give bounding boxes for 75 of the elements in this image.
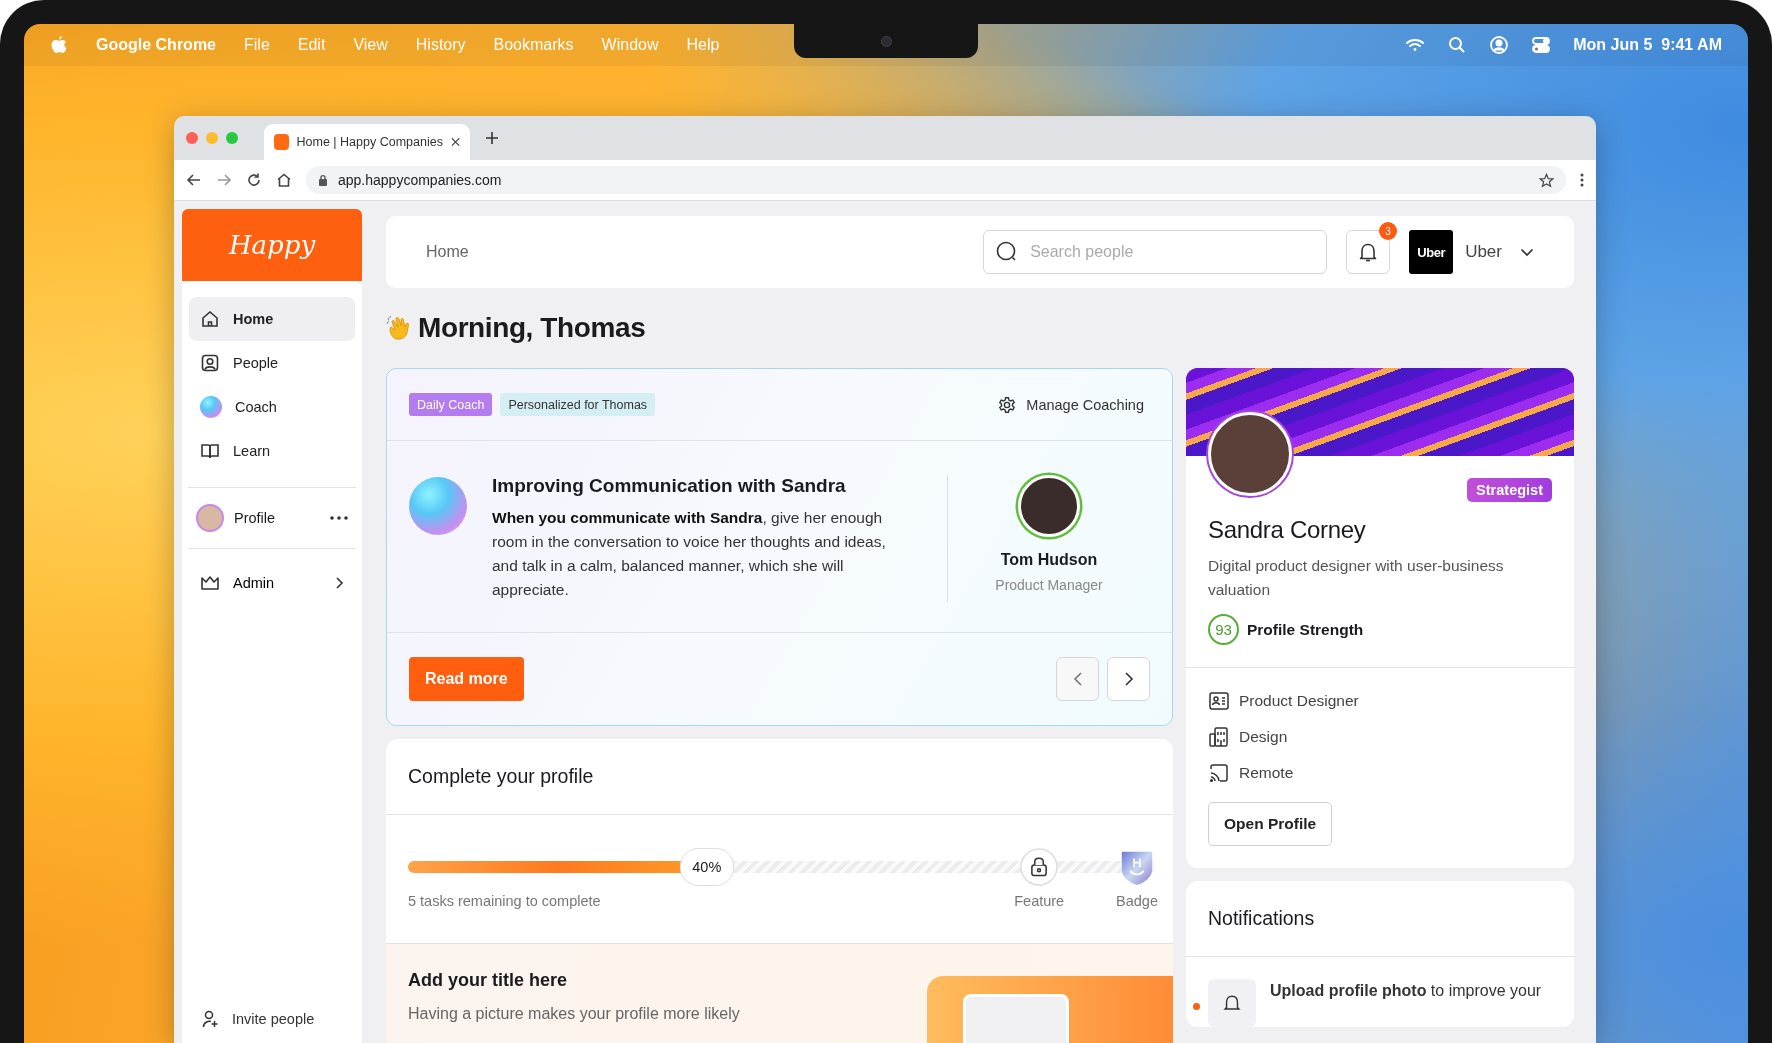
add-title-heading: Add your title here (408, 970, 569, 991)
nav-item[interactable]: People (189, 341, 355, 385)
chevron-down-icon (1520, 247, 1534, 257)
company-logo: Uber (1409, 230, 1454, 274)
home-icon (200, 309, 220, 329)
coach-title: Improving Communication with Sandra (492, 475, 847, 497)
clock: Mon Jun 5 9:41 AM (1573, 36, 1722, 54)
invite-people-button[interactable]: Invite people (182, 995, 362, 1043)
close-icon[interactable] (450, 137, 460, 147)
milestone-label: Badge (1116, 893, 1158, 909)
add-title-text: Having a picture makes your profile more likely (408, 1005, 741, 1023)
person-name: Tom Hudson (1000, 551, 1098, 569)
admin-menu-item[interactable]: Admin (182, 549, 362, 617)
tasks-remaining: 5 tasks remaining to complete (408, 893, 601, 911)
bookmark-star-icon[interactable] (1539, 172, 1554, 188)
favicon-icon (274, 134, 289, 150)
chevron-right-icon (334, 576, 344, 590)
orb-icon (409, 477, 467, 535)
nav-item[interactable]: Home (189, 297, 355, 341)
close-window-button[interactable] (186, 132, 198, 144)
bell-icon (1222, 993, 1242, 1013)
add-user-icon (200, 1009, 220, 1029)
profile-strength-score: 93 (1208, 614, 1239, 645)
settings-icon (997, 394, 1018, 415)
cast-icon (1208, 762, 1230, 784)
nav-item[interactable]: Coach (189, 385, 355, 429)
progress-percent: 40% (679, 848, 734, 886)
person-icon (200, 353, 220, 373)
building-icon (1208, 726, 1230, 748)
manage-coaching-button[interactable]: Manage Coaching (991, 393, 1150, 416)
orb-icon (200, 396, 222, 418)
profile-name: Sandra Corney (1208, 516, 1367, 544)
lock-icon (1020, 848, 1059, 886)
crown-icon (200, 573, 220, 593)
chevron-right-icon (1123, 671, 1134, 687)
search-field[interactable]: Search people (983, 230, 1328, 274)
toggles-icon[interactable] (1531, 35, 1552, 55)
camera-icon (880, 35, 892, 47)
apple-logo-icon[interactable] (50, 35, 68, 55)
card-title: Complete your profile (408, 765, 594, 788)
open-profile-button[interactable]: Open Profile (1208, 802, 1333, 846)
zoom-window-button[interactable] (226, 132, 238, 144)
menu-icon[interactable] (1580, 173, 1584, 187)
profile-detail: Design (1239, 728, 1288, 746)
forward-arrow-icon[interactable] (216, 172, 232, 188)
reload-icon[interactable] (246, 172, 262, 188)
card-title: Notifications (1208, 907, 1315, 930)
chevron-left-icon (1072, 671, 1083, 687)
breadcrumb[interactable]: Home (426, 243, 469, 261)
back-arrow-icon[interactable] (186, 172, 202, 188)
browser-tab[interactable]: Home | Happy Companies (264, 124, 470, 160)
id-card-icon (1208, 690, 1230, 712)
notification-text[interactable]: Upload profile photo to improve your (1270, 979, 1542, 1003)
new-tab-icon[interactable] (484, 130, 500, 146)
more-icon[interactable] (330, 516, 348, 520)
home-icon[interactable] (276, 172, 292, 188)
lock-icon (318, 174, 328, 186)
user-circle-icon[interactable] (1489, 35, 1510, 55)
profile-link[interactable]: Profile (234, 510, 276, 526)
book-icon (200, 441, 220, 461)
coach-tip: When you communicate with Sandra, give her enough room in the conversation to voice her thoughts and ideas, and talk in a calm, balanced manner, which she will appreciate. (492, 508, 887, 600)
address-bar[interactable]: app.happycompanies.com (306, 166, 1566, 194)
company-switcher[interactable]: Uber (1465, 242, 1534, 262)
nav-item[interactable]: Learn (189, 429, 355, 473)
greeting: Morning, Thomas (418, 312, 646, 344)
profile-strength-label: Profile Strength (1247, 620, 1364, 639)
role-tag: Strategist (1467, 478, 1552, 502)
profile-detail: Product Designer (1239, 692, 1359, 710)
tag: Personalized for Thomas (500, 393, 656, 416)
person-role: Product Manager (995, 577, 1103, 593)
notification-count: 3 (1379, 222, 1398, 240)
profile-detail: Remote (1239, 764, 1294, 782)
milestone-label: Feature (1014, 893, 1065, 909)
tag: Daily Coach (409, 393, 493, 416)
profile-bio: Digital product designer with user-business valuation (1208, 556, 1505, 600)
